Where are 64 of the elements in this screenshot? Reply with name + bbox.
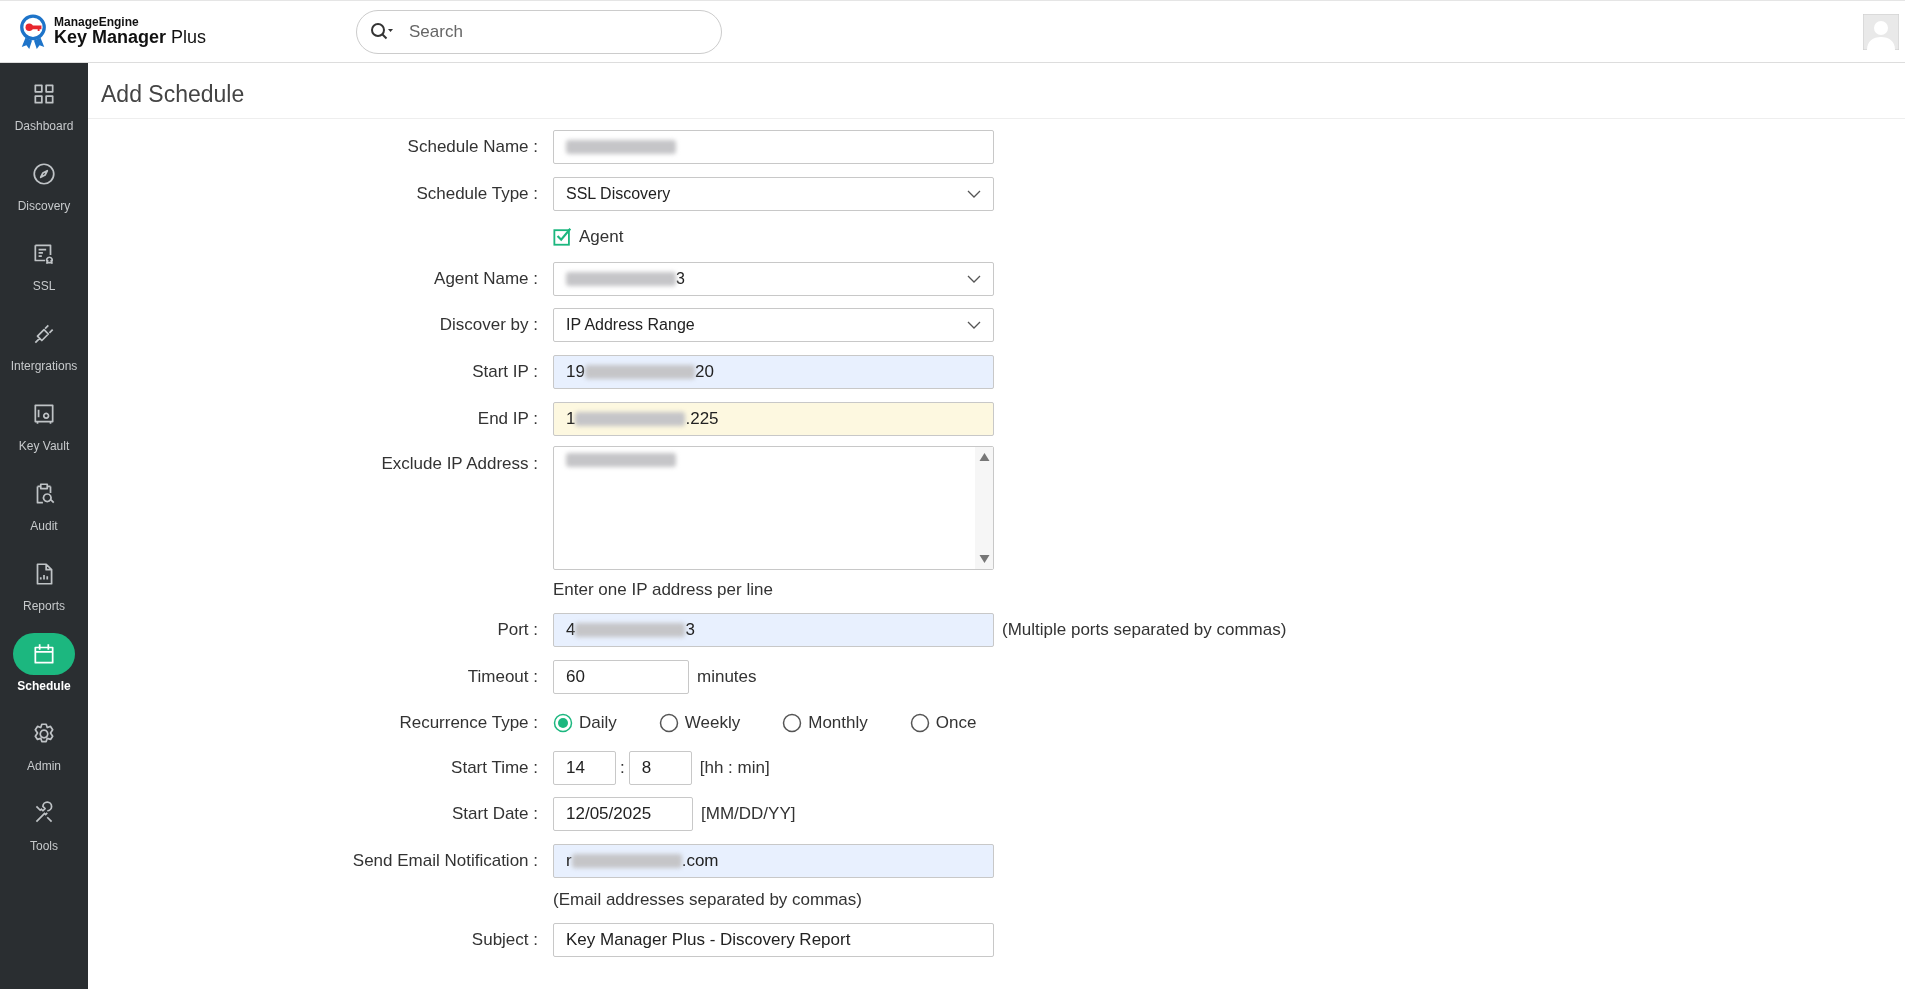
dropdown[interactable]: SSL Discovery [553, 176, 994, 211]
field-label: Schedule Name : [407, 136, 538, 156]
field-label: Start Date : [452, 803, 538, 823]
field-label: Schedule Type : [416, 183, 538, 203]
field-note: minutes [697, 666, 757, 687]
input-field[interactable]: r .com [553, 843, 994, 878]
nav-icon [31, 401, 57, 427]
sidebar-item[interactable]: Reports [0, 553, 88, 633]
field-label: Recurrence Type : [399, 712, 538, 732]
sidebar-item[interactable]: Key Vault [0, 393, 88, 473]
page-title: Add Schedule [88, 63, 1905, 119]
sidebar-item[interactable]: Dashboard [0, 73, 88, 153]
input-field[interactable] [553, 129, 994, 164]
agent-checkbox[interactable]: Agent [553, 227, 624, 247]
search-field[interactable]: Search [356, 9, 722, 54]
field-label: Start Time : [451, 757, 538, 777]
field-label: Discover by : [439, 314, 538, 334]
field-label: Start IP : [472, 361, 538, 381]
nav-icon [31, 641, 57, 667]
chevron-down-icon [967, 275, 981, 283]
sidebar-item[interactable]: SSL [0, 233, 88, 313]
field-label: Subject : [471, 929, 538, 949]
chevron-down-icon [967, 189, 981, 198]
sidebar-item[interactable]: Schedule [0, 633, 88, 713]
field-note: [hh : min] [699, 757, 770, 778]
nav-icon [31, 81, 57, 107]
radio-option[interactable]: Once [909, 712, 977, 733]
hint-text: (Email addresses separated by commas) [553, 890, 862, 910]
dropdown[interactable]: IP Address Range [553, 307, 994, 342]
scroll-up-icon[interactable] [978, 453, 990, 461]
product-name: Key Manager Plus [54, 28, 207, 48]
chevron-down-icon [967, 320, 981, 329]
sidebar-item[interactable]: Tools [0, 793, 88, 873]
input-field[interactable]: Key Manager Plus - Discovery Report [553, 922, 994, 957]
nav-icon [31, 161, 57, 187]
brand-name: ManageEngine [54, 15, 140, 29]
minute-field[interactable]: 8 [628, 750, 692, 785]
radio-option[interactable]: Weekly [658, 712, 741, 733]
field-label: Timeout : [467, 666, 538, 686]
sidebar-item[interactable]: Discovery [0, 153, 88, 233]
time-separator: : [620, 757, 625, 778]
field-label: Send Email Notification : [352, 850, 538, 870]
date-field[interactable]: 12/05/2025 [553, 796, 693, 831]
radio-option[interactable]: Monthly [782, 712, 868, 733]
field-label: End IP : [477, 408, 538, 428]
field-note: (Multiple ports separated by commas) [1002, 619, 1287, 640]
input-field[interactable]: 19 20 [553, 354, 994, 389]
key-badge-logo-icon [18, 12, 48, 51]
field-note: [MM/DD/YY] [701, 803, 796, 824]
radio-option[interactable]: Daily [553, 712, 617, 733]
sidebar-item[interactable]: Intergrations [0, 313, 88, 393]
dropdown[interactable]: 3 [553, 262, 994, 296]
sidebar-item[interactable]: Audit [0, 473, 88, 553]
scroll-down-icon[interactable] [978, 555, 990, 563]
field-label: Port : [497, 619, 538, 639]
input-field[interactable]: 60 [553, 659, 689, 694]
sidebar-item[interactable]: Admin [0, 713, 88, 793]
hint-text: Enter one IP address per line [553, 580, 773, 600]
input-field[interactable]: 4 3 [553, 612, 994, 647]
field-label: Agent Name : [434, 269, 538, 288]
field-label: Exclude IP Address : [381, 454, 538, 473]
input-field[interactable]: 1 .225 [553, 401, 994, 436]
hour-field[interactable]: 14 [553, 750, 616, 785]
scrollbar[interactable] [975, 447, 993, 569]
